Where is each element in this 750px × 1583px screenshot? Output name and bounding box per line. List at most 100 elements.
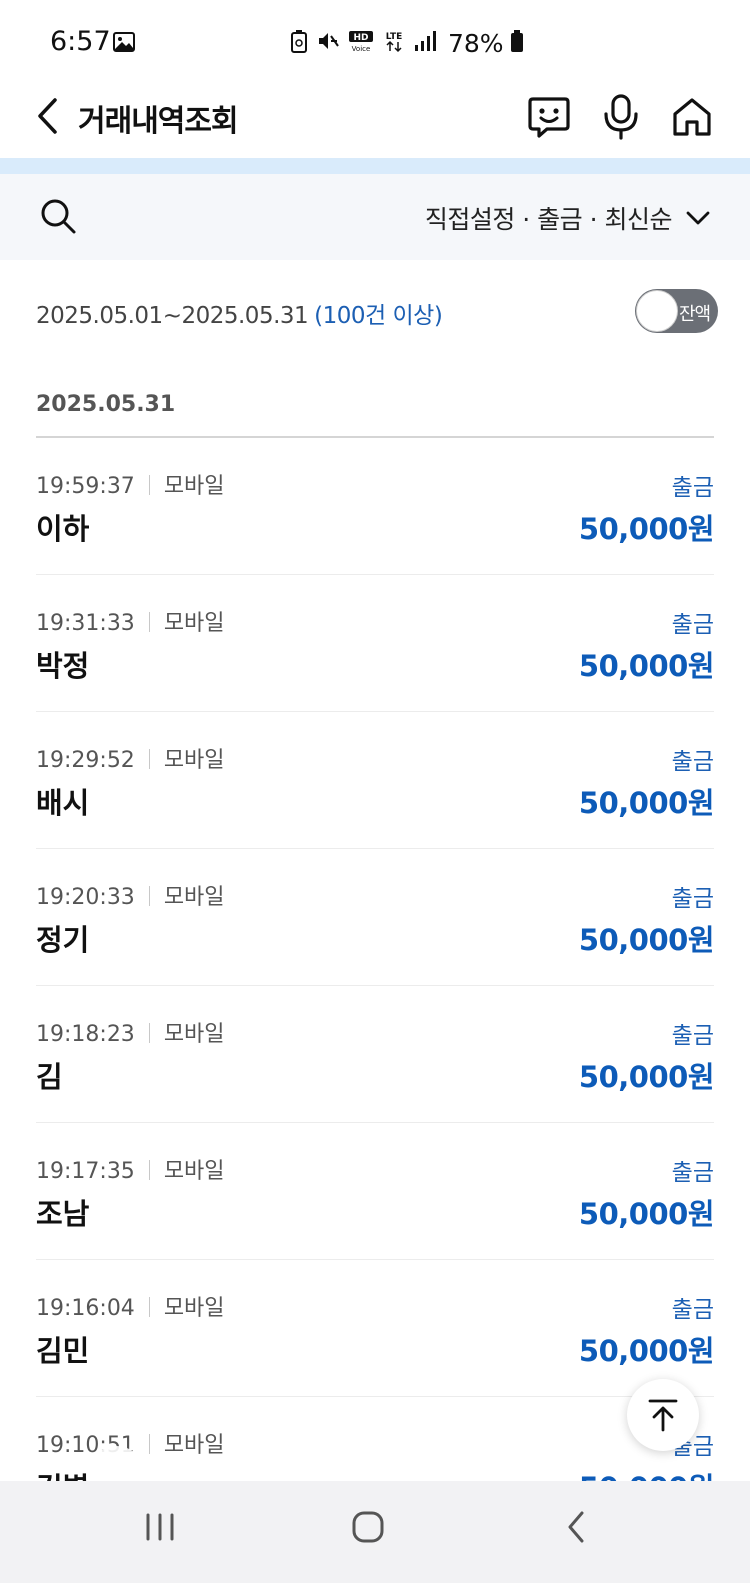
transaction-time: 19:20:33 <box>36 885 135 910</box>
separator <box>148 1297 150 1317</box>
transaction-amount: 50,000원 <box>578 786 715 820</box>
header-accent-strip <box>0 158 750 174</box>
transaction-name: 정기 <box>36 923 90 957</box>
separator <box>148 886 150 906</box>
transaction-type: 출금 <box>671 1160 714 1186</box>
chatbot-icon <box>528 97 570 138</box>
date-range-summary: 2025.05.01~2025.05.31 (100건 이상) <box>36 296 443 330</box>
transaction-channel: 모바일 <box>163 1022 225 1047</box>
mute-icon <box>316 29 340 57</box>
filter-dropdown[interactable]: 직접설정 · 출금 · 최신순 <box>425 198 710 238</box>
date-group-heading: 2025.05.31 <box>36 392 176 417</box>
app-header: 거래내역조회 <box>0 86 750 158</box>
home-icon <box>673 98 711 136</box>
transaction-row[interactable]: 19:29:52 모바일 배시 출금 50,000원 <box>36 712 715 849</box>
page-title: 거래내역조회 <box>78 104 239 139</box>
transaction-meta: 19:18:23 모바일 <box>36 1016 225 1048</box>
transaction-row[interactable]: 19:17:35 모바일 조남 출금 50,000원 <box>36 1123 715 1260</box>
separator <box>148 612 150 632</box>
transaction-meta: 19:20:33 모바일 <box>36 879 225 911</box>
filter-label: 직접설정 · 출금 · 최신순 <box>424 205 673 234</box>
status-bar: 6:57 HD Voice LTE 78% <box>0 0 750 86</box>
separator <box>148 475 150 495</box>
home-button[interactable] <box>667 92 717 142</box>
transaction-time: 19:16:04 <box>36 1296 135 1321</box>
filter-bar: 직접설정 · 출금 · 최신순 <box>0 174 750 260</box>
transaction-row[interactable]: 19:20:33 모바일 정기 출금 50,000원 <box>36 849 715 986</box>
back-icon <box>568 1511 584 1543</box>
transaction-name: 김민 <box>36 1334 90 1368</box>
toggle-knob <box>636 290 678 332</box>
date-range: 2025.05.01~2025.05.31 <box>36 303 309 329</box>
chevron-down-icon <box>686 211 710 225</box>
transaction-channel: 모바일 <box>163 885 225 910</box>
home-button-icon <box>352 1511 384 1543</box>
transaction-channel: 모바일 <box>163 1433 225 1458</box>
transaction-type: 출금 <box>671 886 714 912</box>
transaction-type: 출금 <box>671 475 714 501</box>
transaction-meta: 19:31:33 모바일 <box>36 605 225 637</box>
transaction-row[interactable]: 19:31:33 모바일 박정 출금 50,000원 <box>36 575 715 712</box>
home-nav-button[interactable] <box>338 1505 398 1549</box>
transaction-amount: 50,000원 <box>578 923 715 957</box>
transaction-channel: 모바일 <box>163 1159 225 1184</box>
svg-text:HD: HD <box>353 33 368 43</box>
transaction-time: 19:59:37 <box>36 474 135 499</box>
separator <box>148 749 150 769</box>
signal-icon <box>414 30 436 56</box>
transaction-channel: 모바일 <box>163 748 225 773</box>
back-nav-button[interactable] <box>546 1505 606 1549</box>
hd-voice-icon: HD Voice <box>348 29 374 57</box>
microphone-icon <box>604 94 638 140</box>
search-button[interactable] <box>38 196 78 236</box>
lte-icon: LTE <box>382 29 406 57</box>
transaction-meta: 19:59:37 모바일 <box>36 468 225 500</box>
transaction-row[interactable]: 19:59:37 모바일 이하 출금 50,000원 <box>36 438 715 575</box>
voice-search-button[interactable] <box>596 92 646 142</box>
battery-saver-icon <box>290 29 308 57</box>
transaction-meta: 19:17:35 모바일 <box>36 1153 225 1185</box>
separator <box>148 1434 150 1454</box>
separator <box>148 1160 150 1180</box>
chatbot-button[interactable] <box>524 92 574 142</box>
transaction-row[interactable]: 19:18:23 모바일 김 출금 50,000원 <box>36 986 715 1123</box>
transaction-amount: 50,000원 <box>578 649 715 683</box>
transaction-row[interactable]: 19:16:04 모바일 김민 출금 50,000원 <box>36 1260 715 1397</box>
result-count: (100건 이상) <box>314 303 443 329</box>
arrow-up-icon <box>648 1399 678 1432</box>
transaction-name: 배시 <box>36 786 90 820</box>
transaction-channel: 모바일 <box>163 1296 225 1321</box>
balance-toggle[interactable]: 잔액 <box>635 289 718 333</box>
transaction-amount: 50,000원 <box>578 1060 715 1094</box>
battery-percent: 78% <box>448 28 504 58</box>
transaction-type: 출금 <box>671 1023 714 1049</box>
transaction-name: 조남 <box>36 1197 90 1231</box>
transaction-name: 김 <box>36 1060 63 1094</box>
balance-toggle-label: 잔액 <box>679 304 711 325</box>
transaction-channel: 모바일 <box>163 474 225 499</box>
transaction-amount: 50,000원 <box>578 1334 715 1368</box>
transaction-time: 19:29:52 <box>36 748 135 773</box>
svg-text:LTE: LTE <box>386 32 403 42</box>
status-indicators: HD Voice LTE 78% <box>290 26 532 60</box>
gallery-icon <box>113 32 135 52</box>
transaction-time: 19:18:23 <box>36 1022 135 1047</box>
transaction-amount: 50,000원 <box>578 512 715 546</box>
transaction-time: 19:31:33 <box>36 611 135 636</box>
separator <box>148 1023 150 1043</box>
transaction-name: 이하 <box>36 512 90 546</box>
scroll-to-top-button[interactable] <box>627 1379 699 1451</box>
transaction-type: 출금 <box>671 749 714 775</box>
battery-icon <box>510 29 524 57</box>
svg-text:Voice: Voice <box>352 45 371 53</box>
transaction-meta: 19:29:52 모바일 <box>36 742 225 774</box>
transaction-list: 19:59:37 모바일 이하 출금 50,000원 19:31:33 모바일 박정… <box>36 438 715 1534</box>
back-arrow-icon <box>38 98 57 134</box>
recents-button[interactable] <box>130 1505 190 1549</box>
system-nav-bar <box>0 1481 750 1583</box>
transaction-time: 19:17:35 <box>36 1159 135 1184</box>
back-button[interactable] <box>28 94 68 138</box>
transaction-type: 출금 <box>671 612 714 638</box>
status-time: 6:57 <box>50 26 111 57</box>
transaction-name: 박정 <box>36 649 90 683</box>
